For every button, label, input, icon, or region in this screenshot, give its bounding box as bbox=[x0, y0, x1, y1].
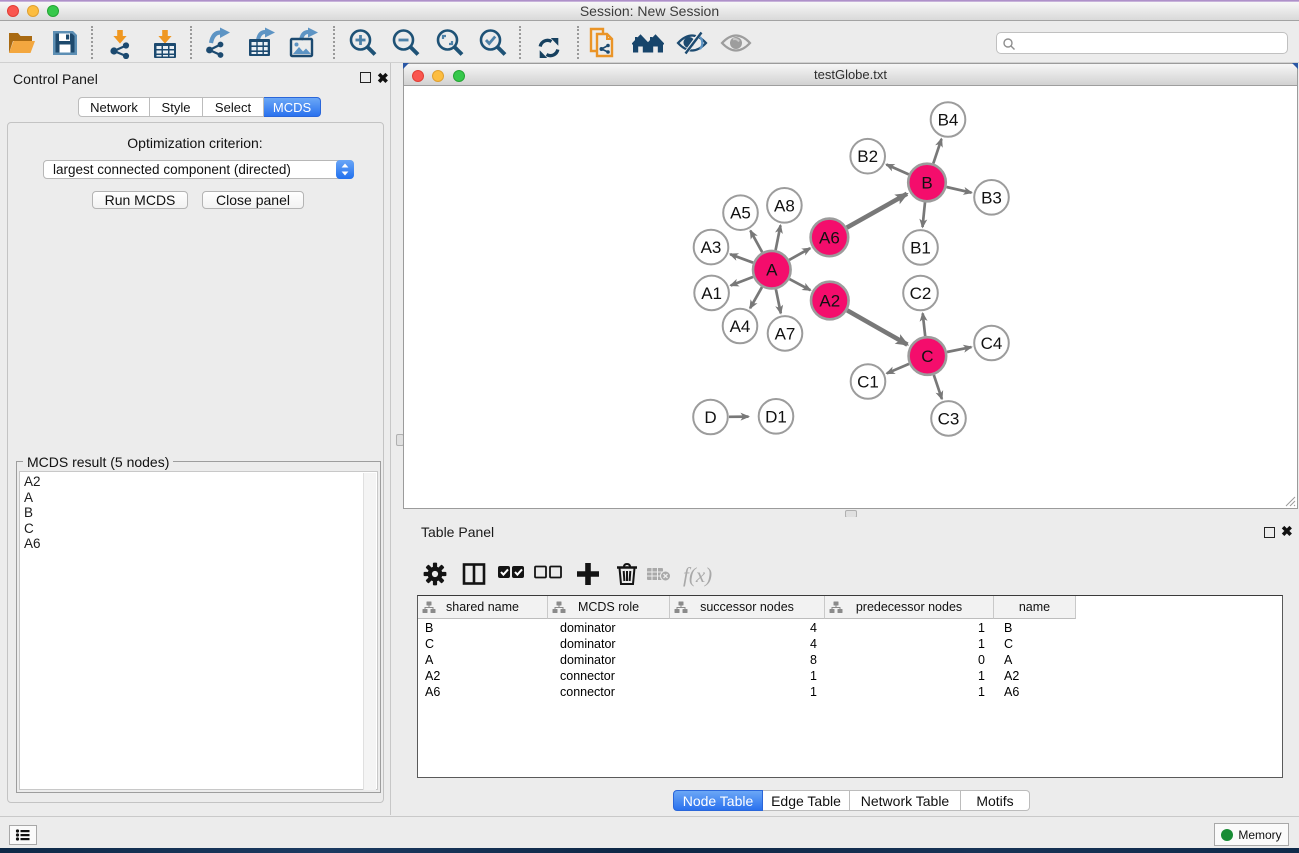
svg-text:C1: C1 bbox=[857, 373, 879, 392]
svg-text:A8: A8 bbox=[774, 196, 795, 215]
svg-text:C4: C4 bbox=[981, 334, 1003, 353]
svg-text:D1: D1 bbox=[765, 407, 787, 426]
svg-text:A7: A7 bbox=[775, 324, 796, 343]
svg-text:A2: A2 bbox=[819, 292, 840, 311]
svg-text:C2: C2 bbox=[910, 284, 932, 303]
svg-text:A6: A6 bbox=[819, 228, 840, 247]
svg-text:B: B bbox=[921, 174, 932, 193]
svg-text:B1: B1 bbox=[910, 238, 931, 257]
svg-text:A1: A1 bbox=[701, 284, 722, 303]
svg-text:A3: A3 bbox=[701, 238, 722, 257]
svg-text:B4: B4 bbox=[938, 111, 959, 130]
svg-text:C: C bbox=[921, 347, 933, 366]
svg-text:B2: B2 bbox=[857, 147, 878, 166]
svg-text:C3: C3 bbox=[938, 409, 960, 428]
svg-text:A: A bbox=[766, 261, 778, 280]
svg-text:A4: A4 bbox=[730, 317, 751, 336]
svg-text:D: D bbox=[704, 408, 716, 427]
svg-text:A5: A5 bbox=[730, 204, 751, 223]
svg-text:B3: B3 bbox=[981, 188, 1002, 207]
